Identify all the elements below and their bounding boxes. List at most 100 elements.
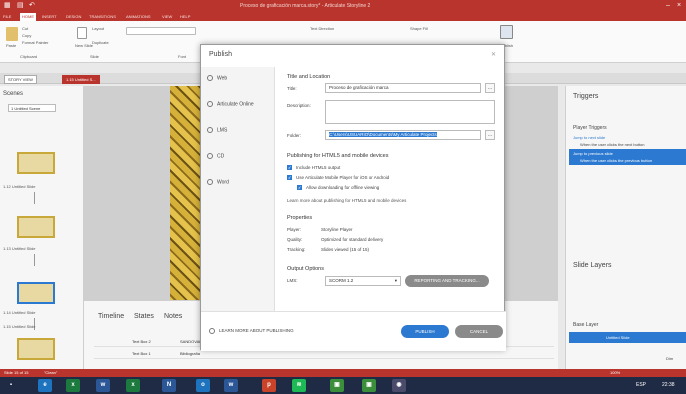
nav-lms[interactable]: LMS	[207, 127, 227, 133]
folder-value: C:\Users\USUARIO\Documents\My Articulate…	[329, 132, 437, 137]
player-label: Player:	[287, 227, 302, 232]
tab-timeline[interactable]: Timeline	[98, 313, 124, 320]
folder-input[interactable]: C:\Users\USUARIO\Documents\My Articulate…	[325, 130, 481, 140]
minimize-icon[interactable]: –	[666, 2, 670, 10]
description-label: Description:	[287, 103, 311, 108]
layout-button[interactable]: Layout	[92, 26, 104, 31]
slide-label: 1.15 Untitled Slide	[3, 324, 36, 329]
zoom-level[interactable]: 100%	[610, 370, 620, 375]
tab-notes[interactable]: Notes	[164, 313, 182, 320]
excel-icon[interactable]: x	[66, 379, 80, 392]
scene-select[interactable]: 1 Untitled Scene	[8, 104, 56, 112]
cancel-button[interactable]: CANCEL	[455, 325, 503, 338]
copy-button[interactable]: Copy	[22, 33, 31, 38]
new-slide-icon[interactable]	[77, 27, 87, 39]
word-icon[interactable]: w	[224, 379, 238, 392]
tab-animations[interactable]: ANIMATIONS	[126, 14, 151, 19]
row-name: Text Box 1	[132, 351, 151, 356]
excel-icon[interactable]: x	[126, 379, 140, 392]
clock: 22:38	[662, 382, 675, 388]
learn-more-publishing-link[interactable]: LEARN MORE ABOUT PUBLISHING	[209, 328, 294, 334]
quality-value[interactable]: Optimized for standard delivery	[321, 237, 383, 242]
include-html5-checkbox[interactable]: ✓ Include HTML5 output	[287, 165, 340, 171]
trigger-when-previous: When the user clicks the previous button	[580, 158, 653, 163]
app-icon[interactable]: ▣	[362, 379, 376, 392]
format-painter-button[interactable]: Format Painter	[22, 40, 48, 45]
scenes-panel: Scenes 1 Untitled Scene 1.12 Untitled Sl…	[0, 86, 84, 369]
tab-insert[interactable]: INSERT	[42, 14, 57, 19]
tab-help[interactable]: HELP	[180, 14, 190, 19]
publish-icon[interactable]	[500, 25, 513, 39]
cloud-icon	[207, 101, 213, 107]
tab-view[interactable]: VIEW	[162, 14, 172, 19]
nav-web[interactable]: Web	[207, 75, 227, 81]
cut-button[interactable]: Cut	[22, 26, 28, 31]
allow-offline-checkbox[interactable]: ✓ Allow downloading for offline viewing	[297, 185, 379, 191]
shape-fill-button[interactable]: Shape Fill	[410, 26, 428, 31]
tab-design[interactable]: DESIGN	[66, 14, 81, 19]
slide-group-label: Slide	[90, 54, 99, 59]
dim-label[interactable]: Dim	[666, 356, 673, 361]
tab-home[interactable]: HOME	[20, 13, 36, 21]
tracking-value[interactable]: Slides viewed (15 of 15)	[321, 247, 369, 252]
storyline-icon[interactable]: ◉	[392, 379, 406, 392]
output-options-title: Output Options	[287, 266, 324, 272]
slide-view-tab[interactable]: 1.15 Untitled S...	[62, 75, 100, 84]
chevron-down-icon: ▾	[394, 278, 397, 283]
onenote-icon[interactable]: N	[162, 379, 176, 392]
slide-thumbnail[interactable]	[17, 152, 55, 174]
font-group-label: Font	[178, 54, 187, 59]
ie-icon[interactable]: e	[38, 379, 52, 392]
spotify-icon[interactable]: ≋	[292, 379, 306, 392]
slide-thumbnail[interactable]	[17, 216, 55, 238]
tab-transitions[interactable]: TRANSITIONS	[89, 14, 116, 19]
player-value[interactable]: Storyline Player	[321, 227, 353, 232]
tab-file[interactable]: FILE	[3, 14, 11, 19]
title-input[interactable]: Proceso de graficación marca	[325, 83, 481, 93]
nav-cd[interactable]: CD	[207, 153, 224, 159]
app-logo-icon: ▦	[4, 2, 11, 9]
lms-select[interactable]: SCORM 1.2 ▾	[325, 276, 401, 286]
start-icon[interactable]: ▪	[4, 379, 18, 392]
dialog-title: Publish	[209, 51, 232, 58]
description-textarea[interactable]	[325, 100, 495, 124]
powerpoint-icon[interactable]: p	[262, 379, 276, 392]
info-icon	[209, 328, 215, 334]
learn-more-html5-link[interactable]: Learn more about publishing for HTML5 an…	[287, 198, 406, 203]
paste-icon[interactable]	[6, 27, 18, 41]
slide-label: 1.13 Untitled Slide	[3, 246, 36, 251]
row-value: SANDOVAL	[180, 339, 202, 344]
new-slide-button[interactable]: New Slide	[75, 43, 93, 48]
word-icon[interactable]: w	[96, 379, 110, 392]
title-browse-button[interactable]: …	[485, 83, 495, 93]
font-family-select[interactable]	[126, 27, 196, 35]
folder-label: Folder:	[287, 133, 302, 138]
duplicate-button[interactable]: Duplicate	[92, 40, 109, 45]
folder-browse-button[interactable]: …	[485, 130, 495, 140]
nav-word[interactable]: Word	[207, 179, 229, 185]
text-direction-button[interactable]: Text Direction	[310, 26, 334, 31]
language-indicator[interactable]: ESP	[636, 382, 646, 388]
scenes-title: Scenes	[3, 91, 24, 97]
close-window-icon[interactable]: ×	[677, 2, 681, 10]
app-icon[interactable]: ▣	[330, 379, 344, 392]
properties-title: Properties	[287, 215, 313, 221]
trigger-jump-previous[interactable]: Jump to previous slide	[573, 151, 613, 156]
use-mobile-player-checkbox[interactable]: ✓ Use Articulate Mobile Player for iOS or…	[287, 175, 389, 181]
dialog-close-icon[interactable]: ✕	[491, 51, 496, 58]
flow-arrow	[34, 192, 35, 204]
slide-thumbnail[interactable]	[17, 282, 55, 304]
tab-states[interactable]: States	[134, 313, 154, 320]
clipboard-group-label: Clipboard	[20, 54, 38, 59]
reporting-tracking-button[interactable]: REPORTING AND TRACKING...	[405, 275, 489, 287]
save-icon[interactable]: ▤	[17, 2, 24, 10]
undo-icon[interactable]: ↶	[29, 2, 35, 10]
trigger-jump-next[interactable]: Jump to next slide	[573, 135, 605, 140]
outlook-icon[interactable]: o	[196, 379, 210, 392]
triggers-panel: Triggers Player Triggers Jump to next sl…	[565, 86, 686, 369]
ribbon-tabs: FILE HOME INSERT DESIGN TRANSITIONS ANIM…	[0, 12, 686, 21]
publish-button[interactable]: PUBLISH	[401, 325, 449, 338]
slide-thumbnail[interactable]	[17, 338, 55, 360]
story-view-tab[interactable]: STORY VIEW	[4, 75, 37, 84]
nav-articulate-online[interactable]: Articulate Online	[207, 101, 254, 107]
